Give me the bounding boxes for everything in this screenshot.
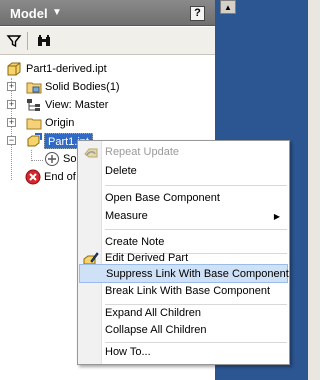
tree-root-label: Part1-derived.ipt — [26, 63, 107, 75]
menu-separator — [105, 229, 287, 230]
menu-item-label: Repeat Update — [105, 146, 179, 158]
menu-separator — [105, 185, 287, 186]
tree-item-label: View: Master — [45, 99, 109, 111]
tree-item-origin[interactable]: + Origin — [6, 114, 206, 132]
menu-item-label: Collapse All Children — [105, 324, 207, 336]
menu-item-measure[interactable]: Measure ▶ — [79, 207, 288, 226]
menu-item-collapse-all-children[interactable]: Collapse All Children — [79, 321, 288, 340]
derived-part-icon — [26, 133, 42, 149]
part-file-icon — [6, 61, 22, 77]
menu-item-label: Expand All Children — [105, 307, 202, 319]
repeat-update-icon — [83, 145, 99, 161]
expand-toggle[interactable]: + — [7, 118, 16, 127]
submenu-arrow-icon: ▶ — [273, 212, 280, 221]
menu-item-break-link[interactable]: Break Link With Base Component — [79, 282, 288, 301]
panel-titlebar: Model ▼ ? — [0, 0, 215, 26]
binoculars-icon[interactable] — [36, 33, 52, 49]
menu-item-label: Suppress Link With Base Component — [106, 268, 289, 280]
menu-item-label: Break Link With Base Component — [105, 285, 271, 297]
menu-item-label: Create Note — [105, 236, 165, 248]
view-rep-icon — [26, 97, 42, 113]
help-button[interactable]: ? — [190, 6, 205, 21]
solid-body-icon — [44, 151, 60, 167]
expand-toggle[interactable]: + — [7, 82, 16, 91]
tree-item-label: Solid Bodies(1) — [45, 81, 120, 93]
tree-item-label: End of — [44, 171, 76, 183]
menu-item-label: Measure — [105, 210, 148, 222]
tree-item-end-of-part[interactable]: End of — [25, 168, 85, 186]
menu-item-suppress-link[interactable]: Suppress Link With Base Component — [79, 264, 289, 283]
menu-item-repeat-update[interactable]: Repeat Update — [79, 143, 288, 162]
tree-item-view-master[interactable]: + View: Master — [6, 96, 206, 114]
menu-item-label: How To... — [105, 346, 151, 358]
solid-bodies-folder-icon — [26, 79, 42, 95]
menu-item-open-base-component[interactable]: Open Base Component — [79, 189, 288, 208]
menu-item-label: Edit Derived Part — [105, 252, 189, 264]
collapse-toggle[interactable]: − — [7, 136, 16, 145]
filter-icon[interactable] — [6, 33, 22, 49]
context-menu: Repeat Update Delete Open Base Component… — [77, 140, 290, 365]
menu-item-how-to[interactable]: How To... — [79, 343, 288, 362]
toolbar-separator — [27, 32, 28, 50]
browser-toolbar — [0, 27, 215, 55]
end-of-part-icon — [25, 169, 41, 185]
panel-title[interactable]: Model — [10, 6, 48, 21]
menu-item-label: Delete — [105, 165, 137, 177]
tree-guide-line — [31, 160, 43, 161]
tree-item-label: Origin — [45, 117, 75, 129]
title-dropdown-icon[interactable]: ▼ — [52, 7, 62, 18]
scroll-up-arrow-icon[interactable]: ▲ — [220, 0, 236, 14]
tree-root-row[interactable]: Part1-derived.ipt — [6, 60, 206, 78]
folder-icon — [26, 115, 42, 131]
menu-item-delete[interactable]: Delete — [79, 162, 288, 181]
tree-item-solid-bodies[interactable]: + Solid Bodies(1) — [6, 78, 206, 96]
expand-toggle[interactable]: + — [7, 100, 16, 109]
menu-item-label: Open Base Component — [105, 192, 220, 204]
